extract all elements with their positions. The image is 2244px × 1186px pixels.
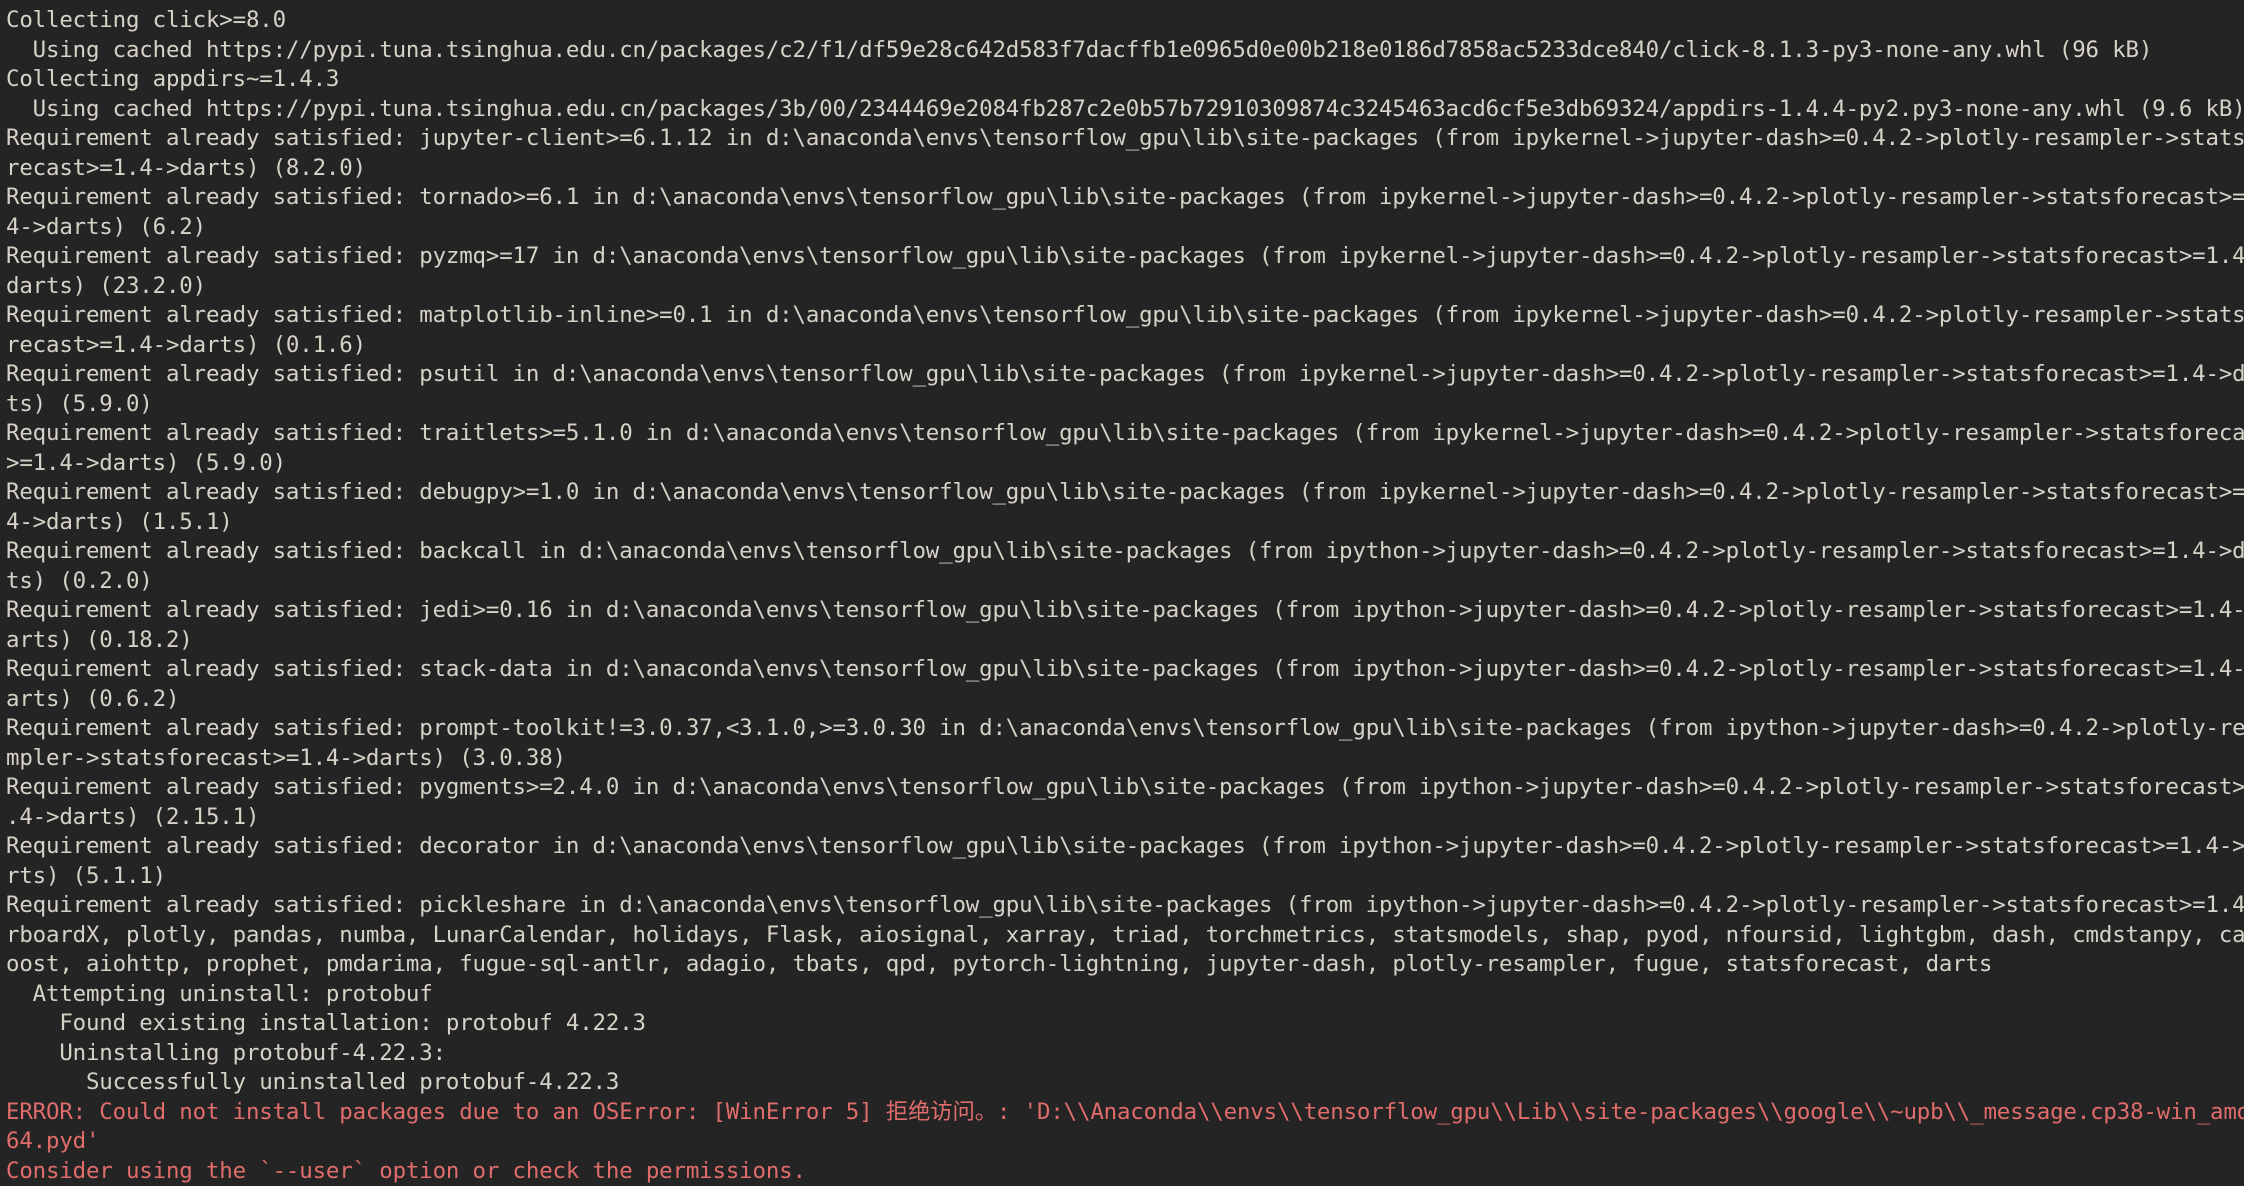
terminal-line: ERROR: Could not install packages due to… — [0, 1098, 2244, 1128]
terminal-line: ts) (0.2.0) — [0, 567, 2244, 597]
terminal-line: Uninstalling protobuf-4.22.3: — [0, 1039, 2244, 1069]
terminal-line: Requirement already satisfied: matplotli… — [0, 301, 2244, 331]
terminal-line: arts) (0.6.2) — [0, 685, 2244, 715]
terminal-line: >=1.4->darts) (5.9.0) — [0, 449, 2244, 479]
terminal-line: rts) (5.1.1) — [0, 862, 2244, 892]
terminal-line: Requirement already satisfied: pyzmq>=17… — [0, 242, 2244, 272]
terminal-line: rboardX, plotly, pandas, numba, LunarCal… — [0, 921, 2244, 951]
terminal-line: Attempting uninstall: protobuf — [0, 980, 2244, 1010]
terminal-line: ts) (5.9.0) — [0, 390, 2244, 420]
terminal-line: Requirement already satisfied: jupyter-c… — [0, 124, 2244, 154]
terminal-line: mpler->statsforecast>=1.4->darts) (3.0.3… — [0, 744, 2244, 774]
terminal-line: Requirement already satisfied: pygments>… — [0, 773, 2244, 803]
terminal-line: darts) (23.2.0) — [0, 272, 2244, 302]
terminal-line: Collecting click>=8.0 — [0, 6, 2244, 36]
terminal-line: arts) (0.18.2) — [0, 626, 2244, 656]
terminal-line: Requirement already satisfied: prompt-to… — [0, 714, 2244, 744]
terminal-line: Requirement already satisfied: picklesha… — [0, 891, 2244, 921]
terminal-line: oost, aiohttp, prophet, pmdarima, fugue-… — [0, 950, 2244, 980]
terminal-line: Requirement already satisfied: jedi>=0.1… — [0, 596, 2244, 626]
terminal-line: Requirement already satisfied: debugpy>=… — [0, 478, 2244, 508]
terminal-line: Successfully uninstalled protobuf-4.22.3 — [0, 1068, 2244, 1098]
terminal-line: Using cached https://pypi.tuna.tsinghua.… — [0, 36, 2244, 66]
terminal-line: recast>=1.4->darts) (0.1.6) — [0, 331, 2244, 361]
terminal-line: Requirement already satisfied: traitlets… — [0, 419, 2244, 449]
terminal-line: Requirement already satisfied: stack-dat… — [0, 655, 2244, 685]
terminal-line: 4->darts) (1.5.1) — [0, 508, 2244, 538]
terminal-line: Requirement already satisfied: psutil in… — [0, 360, 2244, 390]
terminal-line: Collecting appdirs~=1.4.3 — [0, 65, 2244, 95]
terminal-line: 64.pyd' — [0, 1127, 2244, 1157]
terminal-line: Requirement already satisfied: decorator… — [0, 832, 2244, 862]
terminal-line: .4->darts) (2.15.1) — [0, 803, 2244, 833]
terminal-line: Requirement already satisfied: tornado>=… — [0, 183, 2244, 213]
terminal-line: Consider using the `--user` option or ch… — [0, 1157, 2244, 1186]
terminal-line: Requirement already satisfied: backcall … — [0, 537, 2244, 567]
terminal-line: Found existing installation: protobuf 4.… — [0, 1009, 2244, 1039]
terminal-line: recast>=1.4->darts) (8.2.0) — [0, 154, 2244, 184]
terminal-line: 4->darts) (6.2) — [0, 213, 2244, 243]
terminal-line: Using cached https://pypi.tuna.tsinghua.… — [0, 95, 2244, 125]
terminal-output-pane[interactable]: Collecting click>=8.0 Using cached https… — [0, 0, 2244, 1184]
